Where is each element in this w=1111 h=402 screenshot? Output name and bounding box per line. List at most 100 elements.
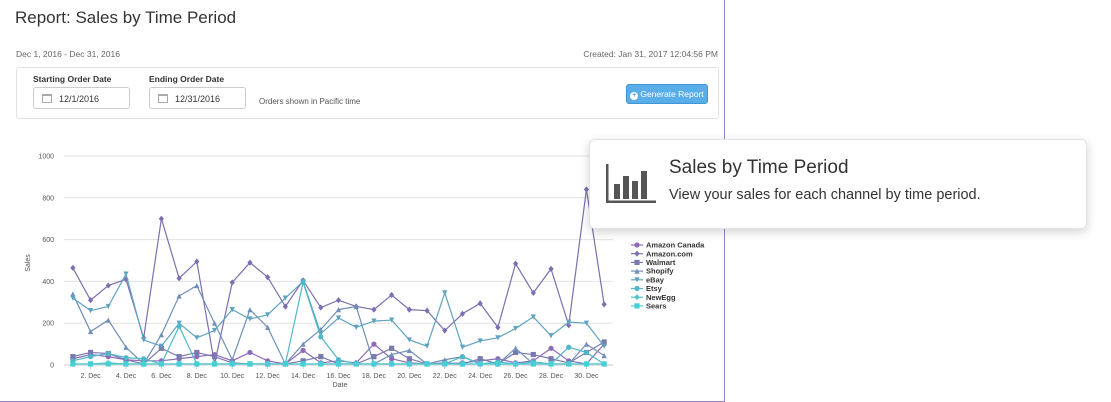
data-point bbox=[566, 361, 572, 367]
end-date-input[interactable]: 12/31/2016 bbox=[149, 87, 246, 109]
chart-legend: Amazon CanadaAmazon.comWalmartShopifyeBa… bbox=[631, 241, 705, 311]
x-tick-label: 12. Dec bbox=[256, 373, 281, 380]
y-axis-title: Sales bbox=[25, 254, 32, 272]
data-point bbox=[229, 361, 235, 367]
y-tick-label: 0 bbox=[50, 363, 54, 370]
legend-label: Walmart bbox=[646, 258, 676, 267]
generate-report-label: Generate Report bbox=[640, 89, 704, 99]
data-point bbox=[123, 361, 129, 367]
series-amazon-com bbox=[70, 186, 607, 368]
legend-label: eBay bbox=[646, 275, 665, 284]
data-point bbox=[389, 361, 395, 367]
data-point bbox=[459, 361, 466, 367]
data-point bbox=[406, 356, 412, 362]
x-tick-label: 14. Dec bbox=[291, 373, 316, 380]
data-point bbox=[477, 361, 483, 367]
data-point bbox=[583, 349, 590, 356]
bar-chart-icon bbox=[606, 164, 656, 203]
data-point bbox=[583, 361, 590, 367]
data-point bbox=[87, 354, 94, 360]
data-point bbox=[371, 361, 377, 367]
data-point bbox=[247, 361, 253, 367]
data-point bbox=[87, 361, 94, 367]
data-point bbox=[247, 349, 253, 356]
legend-marker bbox=[634, 242, 640, 248]
feature-tooltip-card[interactable]: Sales by Time Period View your sales for… bbox=[589, 139, 1087, 229]
report-created-timestamp: Created: Jan 31, 2017 12:04:56 PM bbox=[583, 49, 718, 59]
x-tick-label: 2. Dec bbox=[80, 373, 101, 380]
x-tick-label: 10. Dec bbox=[220, 373, 245, 380]
y-tick-label: 1000 bbox=[38, 154, 54, 161]
data-point bbox=[512, 345, 519, 351]
data-point bbox=[601, 361, 607, 367]
data-point bbox=[282, 361, 288, 367]
page-title: Report: Sales by Time Period bbox=[15, 8, 237, 27]
data-point bbox=[512, 361, 519, 367]
data-point bbox=[389, 345, 395, 351]
data-point bbox=[176, 293, 182, 299]
calendar-icon bbox=[158, 94, 168, 103]
legend-label: Amazon Canada bbox=[646, 241, 705, 250]
data-point bbox=[176, 354, 182, 360]
x-tick-label: 16. Dec bbox=[326, 373, 351, 380]
data-point bbox=[300, 347, 306, 353]
legend-marker bbox=[634, 259, 640, 265]
filter-panel: Starting Order Date 12/1/2016 Ending Ord… bbox=[16, 67, 719, 119]
x-tick-label: 24. Dec bbox=[468, 373, 493, 380]
data-point bbox=[442, 290, 448, 296]
data-point bbox=[194, 361, 200, 367]
legend-label: Etsy bbox=[646, 284, 663, 293]
start-date-label: Starting Order Date bbox=[33, 74, 112, 84]
data-point bbox=[548, 356, 554, 362]
x-tick-label: 8. Dec bbox=[187, 373, 208, 380]
data-point bbox=[318, 361, 324, 367]
data-point bbox=[583, 341, 590, 347]
data-point bbox=[406, 337, 412, 343]
data-point bbox=[566, 344, 572, 350]
y-tick-label: 400 bbox=[42, 279, 54, 286]
data-point bbox=[141, 356, 147, 362]
data-point bbox=[353, 361, 359, 367]
data-point bbox=[300, 361, 306, 367]
data-point bbox=[70, 361, 76, 367]
y-tick-label: 800 bbox=[42, 195, 54, 202]
data-point bbox=[105, 350, 111, 357]
generate-report-button[interactable]: + Generate Report bbox=[626, 84, 708, 104]
y-axis-ticks: 0 200 400 600 800 1000 bbox=[38, 154, 54, 370]
series-line bbox=[72, 189, 605, 365]
timezone-note: Orders shown in Pacific time bbox=[259, 97, 361, 106]
data-point bbox=[194, 282, 200, 289]
data-point bbox=[105, 317, 111, 323]
data-point bbox=[105, 361, 111, 367]
data-point bbox=[247, 307, 253, 313]
x-tick-label: 18. Dec bbox=[362, 373, 387, 380]
data-point bbox=[601, 301, 607, 308]
tooltip-title: Sales by Time Period bbox=[669, 157, 849, 178]
data-point bbox=[211, 361, 218, 367]
data-point bbox=[495, 361, 501, 367]
calendar-icon bbox=[42, 94, 52, 103]
data-point bbox=[158, 332, 165, 338]
legend-label: Sears bbox=[646, 302, 666, 311]
data-point bbox=[141, 337, 147, 343]
start-date-value: 12/1/2016 bbox=[59, 94, 100, 104]
data-point bbox=[424, 343, 430, 349]
start-date-input[interactable]: 12/1/2016 bbox=[33, 87, 130, 109]
legend-marker bbox=[634, 250, 640, 257]
legend-label: Amazon.com bbox=[646, 249, 693, 258]
data-point bbox=[477, 356, 483, 362]
data-point bbox=[158, 215, 165, 222]
data-point bbox=[318, 334, 324, 340]
y-tick-label: 200 bbox=[42, 321, 54, 328]
data-point bbox=[176, 323, 182, 329]
data-point bbox=[512, 325, 519, 332]
data-point bbox=[335, 297, 342, 304]
data-point bbox=[300, 279, 306, 286]
data-point bbox=[548, 361, 554, 367]
data-point bbox=[141, 361, 147, 367]
data-point bbox=[265, 361, 271, 367]
x-tick-label: 22. Dec bbox=[433, 373, 458, 380]
x-tick-label: 4. Dec bbox=[116, 373, 137, 380]
data-point bbox=[406, 361, 412, 367]
x-tick-label: 30. Dec bbox=[574, 373, 599, 380]
